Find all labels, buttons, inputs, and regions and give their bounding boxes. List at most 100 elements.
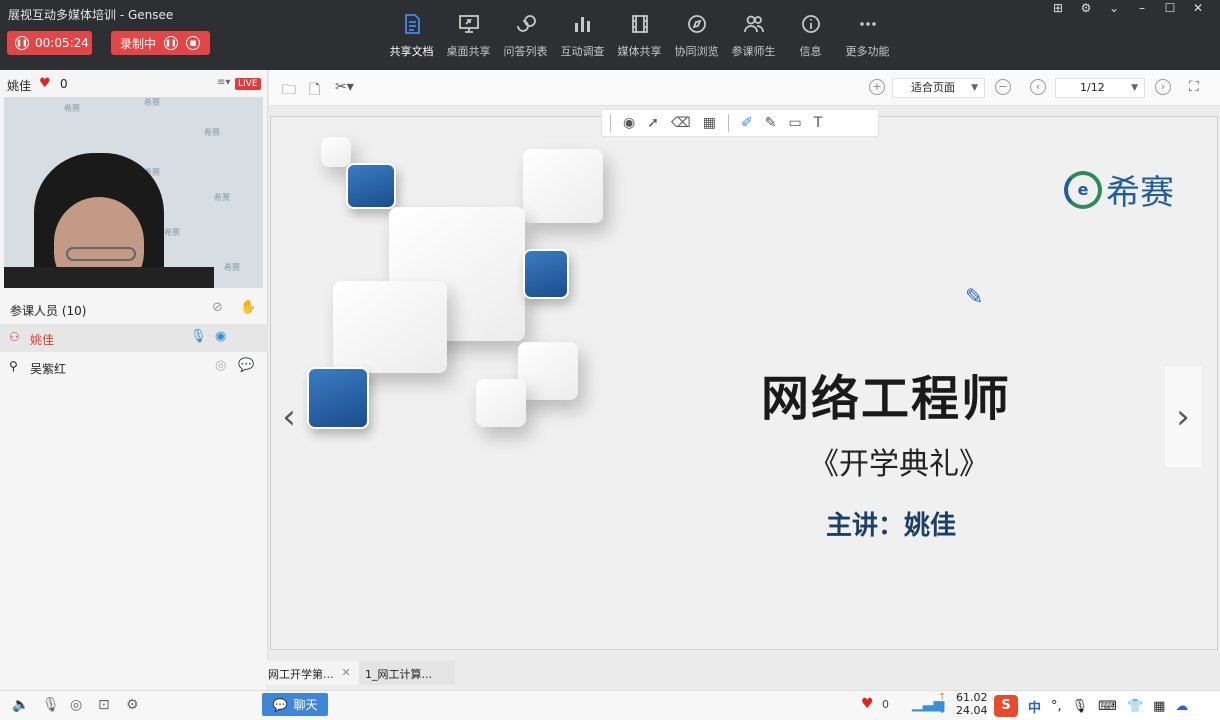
upload-arrow-icon: ↑ (938, 692, 947, 703)
slide-canvas[interactable]: e 希赛 ✎ 网络工程师 《开学典礼》 主讲：姚佳 ‹ › (270, 116, 1218, 650)
pen-cursor-icon: ✎ (965, 285, 984, 310)
tool-label: 问答列表 (503, 45, 548, 58)
pen-icon[interactable]: ✎ (765, 115, 777, 131)
chat-bubble-icon[interactable]: 💬 (238, 358, 254, 373)
page-select[interactable]: 1/12 ▼ (1055, 78, 1145, 98)
webcam-icon[interactable]: ◉ (215, 329, 226, 344)
slide-presenter: 主讲：姚佳 (826, 511, 957, 541)
recording-timer[interactable]: ❚❚ 00:05:24 (7, 31, 92, 55)
microphone-icon[interactable]: 🎙 (190, 329, 207, 344)
mute-all-icon[interactable]: ⊘ (212, 300, 223, 315)
left-panel: 姚佳 ♥ 0 ≡▾ LIVE 希赛 希赛 希赛 希赛 希赛 希赛 希赛 参课人员… (0, 70, 268, 690)
microphone-icon[interactable]: 🎙 (42, 697, 60, 713)
tool-qa-list[interactable]: 问答列表 (497, 0, 554, 70)
host-row: 姚佳 ♥ 0 ≡▾ LIVE (0, 70, 268, 96)
tool-co-browse[interactable]: 协同浏览 (668, 0, 725, 70)
highlighter-icon[interactable]: ✐ (741, 115, 753, 131)
skin-shirt-icon[interactable]: 👕 (1127, 699, 1143, 714)
timer-value: 00:05:24 (35, 36, 89, 50)
stop-recording-icon[interactable]: ■ (186, 36, 201, 50)
chevron-down-icon[interactable]: ⌄ (1100, 0, 1128, 16)
user-icon: ⚲ (9, 359, 18, 373)
next-page-icon[interactable]: › (1155, 79, 1171, 95)
host-video[interactable]: 希赛 希赛 希赛 希赛 希赛 希赛 希赛 (4, 97, 263, 288)
settings-icon[interactable]: ⚙ (1072, 0, 1100, 16)
punctuation-icon[interactable]: °, (1051, 699, 1062, 714)
heart-icon[interactable]: ♥ (39, 76, 51, 91)
rectangle-icon[interactable]: ▭ (788, 115, 801, 131)
decor-square (333, 281, 447, 373)
logo-mark-icon: e (1064, 170, 1102, 209)
text-tool-icon[interactable]: T (814, 115, 823, 131)
doc-tab[interactable]: 网工开学第... ✕ (262, 661, 359, 685)
recording-status: 录制中 ❚❚ ■ (111, 31, 210, 55)
document-toolbar: 🗀 🗋 ✂▾ + 适合页面 ▼ − ‹ 1/12 ▼ › ⛶ (269, 70, 1220, 106)
new-file-icon[interactable]: 🗋 (309, 79, 320, 103)
users-icon (743, 15, 764, 33)
page-value: 1/12 (1080, 81, 1105, 94)
download-arrow-icon: ↓ (938, 705, 947, 716)
maximize-icon[interactable]: ☐ (1156, 0, 1184, 16)
laser-pointer-icon[interactable]: ◉ (623, 115, 635, 131)
close-tab-icon[interactable]: ✕ (342, 666, 351, 680)
cloud-icon[interactable]: ☁ (1175, 699, 1188, 714)
grid-icon[interactable]: ⊞ (1044, 0, 1072, 16)
prev-page-icon[interactable]: ‹ (1030, 79, 1046, 95)
speaker-icon[interactable]: 🔈 (12, 697, 29, 713)
ime-microphone-icon[interactable]: 🎙 (1072, 699, 1089, 714)
raise-hand-icon[interactable]: ✋ (240, 300, 256, 315)
decor-square (321, 137, 351, 167)
tool-more[interactable]: 更多功能 (839, 0, 896, 70)
eraser-icon[interactable]: ⌫ (671, 115, 691, 131)
chat-label: 聊天 (293, 698, 318, 712)
tool-label: 协同浏览 (674, 45, 719, 58)
participants-header: 参课人员 (10) ⊘ ✋ (0, 295, 268, 323)
next-slide-button[interactable]: › (1165, 367, 1201, 467)
tool-label: 信息 (799, 45, 822, 58)
tool-participants[interactable]: 参课师生 (725, 0, 782, 70)
zoom-out-icon[interactable]: − (995, 79, 1011, 95)
presenter-body (4, 267, 214, 288)
chat-button[interactable]: 💬 聊天 (262, 693, 328, 716)
tool-info[interactable]: 信息 (782, 0, 839, 70)
live-badge: LIVE (235, 78, 261, 90)
select-arrow-icon[interactable]: ➚ (647, 115, 659, 131)
video-menu-icon[interactable]: ≡▾ (217, 77, 230, 88)
qa-list-icon (516, 15, 536, 32)
tool-desktop-share[interactable]: 桌面共享 (440, 0, 497, 70)
folder-icon[interactable]: 🗀 (282, 79, 296, 103)
ime-toolbar[interactable]: S 中 °, 🎙 ⌨ 👕 ▦ ☁ (988, 691, 1220, 720)
tool-share-document[interactable]: 共享文档 (383, 0, 440, 70)
tool-media-share[interactable]: 媒体共享 (611, 0, 668, 70)
camera-icon[interactable]: ◎ (70, 697, 82, 713)
prev-slide-button[interactable]: ‹ (271, 367, 307, 467)
recording-icon[interactable]: ⊡ (98, 697, 110, 713)
host-likes: 0 (60, 77, 68, 91)
clear-brush-icon[interactable]: ▦ (703, 115, 716, 131)
decor-square (518, 342, 578, 400)
fullscreen-icon[interactable]: ⛶ (1189, 79, 1199, 95)
heart-icon[interactable]: ♥ (861, 696, 874, 712)
settings-icon[interactable]: ⚙ (126, 697, 139, 713)
minimize-icon[interactable]: – (1128, 0, 1156, 16)
participant-name: 吴紫红 (30, 362, 67, 376)
participant-row[interactable]: ⚲ 吴紫红 ◎ 💬 (0, 353, 268, 381)
doc-tab[interactable]: 1_网工计算... (359, 661, 455, 685)
webcam-icon[interactable]: ◎ (215, 358, 226, 373)
zoom-select[interactable]: 适合页面 ▼ (892, 78, 985, 98)
tool-label: 共享文档 (389, 45, 434, 58)
scissors-icon[interactable]: ✂▾ (335, 79, 354, 95)
close-icon[interactable]: ✕ (1184, 0, 1212, 16)
pause-recording-icon[interactable]: ❚❚ (164, 36, 179, 50)
toolbox-icon[interactable]: ▦ (1153, 699, 1165, 714)
main-toolbar: 共享文档 桌面共享 问答列表 互动调查 媒体共享 协同浏览 参课师生 信息 更多… (383, 0, 896, 70)
zoom-in-icon[interactable]: + (869, 79, 885, 95)
sogou-ime-icon[interactable]: S (994, 695, 1018, 717)
keyboard-icon[interactable]: ⌨ (1098, 699, 1117, 714)
tool-survey[interactable]: 互动调查 (554, 0, 611, 70)
ime-language[interactable]: 中 (1028, 697, 1041, 716)
participants-count: 参课人员 (10) (10, 304, 87, 318)
participant-row[interactable]: ⚇ 姚佳 🎙 ◉ (0, 324, 268, 352)
watermark: 希赛 (64, 104, 80, 113)
window-title: 展视互动多媒体培训 - Gensee (8, 8, 174, 22)
